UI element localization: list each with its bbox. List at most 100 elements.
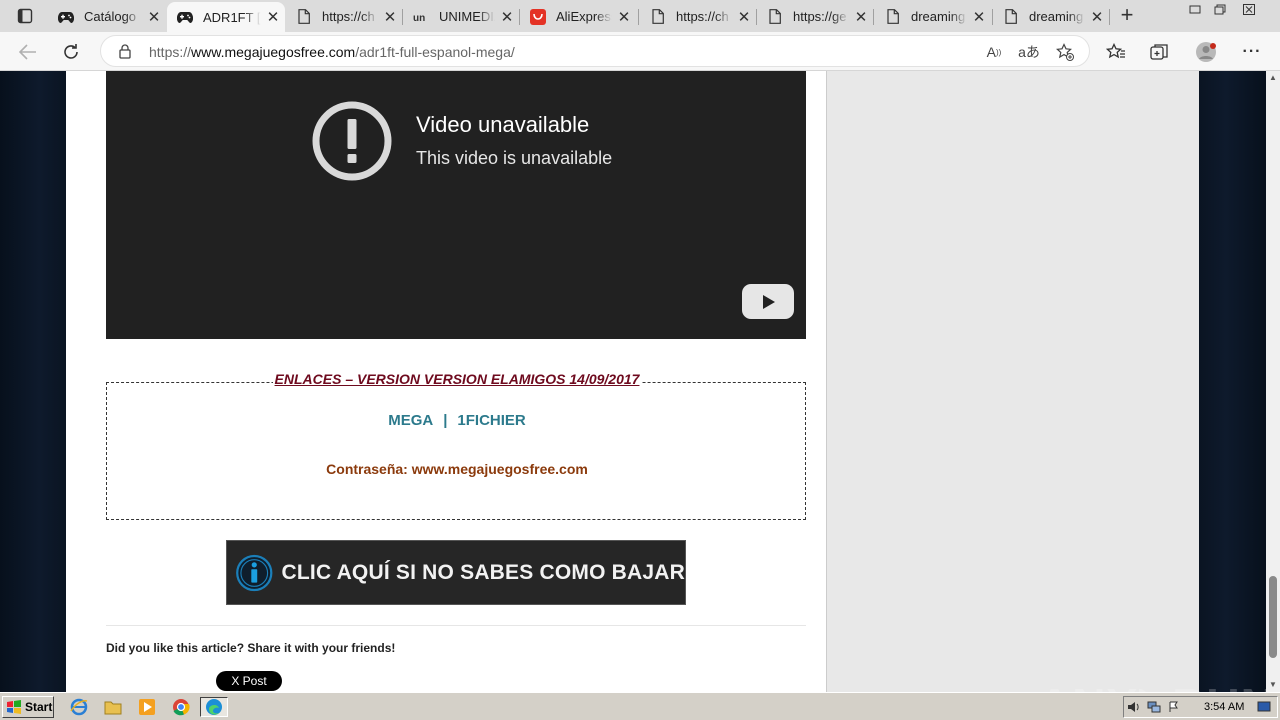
translate-icon[interactable]: aあ bbox=[1018, 41, 1040, 63]
tab-separator bbox=[1109, 9, 1110, 25]
tab-label: dreaming bbox=[911, 9, 966, 24]
alert-circle-icon bbox=[312, 101, 392, 181]
anyrun-watermark: ANY RUN bbox=[1038, 678, 1266, 692]
edge-taskbar-icon[interactable] bbox=[200, 697, 228, 717]
system-tray: 3:54 AM bbox=[1123, 696, 1278, 718]
page-icon bbox=[1003, 9, 1019, 25]
mega-link[interactable]: MEGA bbox=[388, 412, 433, 429]
lock-icon[interactable] bbox=[119, 44, 131, 64]
page-viewport: Video unavailable This video is unavaila… bbox=[0, 71, 1266, 692]
url-text[interactable]: https://www.megajuegosfree.com/adr1ft-fu… bbox=[149, 44, 515, 60]
windows-taskbar: Start 3:54 AM bbox=[0, 692, 1280, 720]
tab-separator bbox=[519, 9, 520, 25]
1fichier-link[interactable]: 1FICHIER bbox=[457, 412, 525, 429]
tab-separator bbox=[873, 9, 874, 25]
article-content: Video unavailable This video is unavaila… bbox=[66, 71, 827, 692]
scroll-thumb[interactable] bbox=[1269, 576, 1277, 658]
tab-close-button[interactable]: ✕ bbox=[142, 8, 166, 26]
page-background-right bbox=[1199, 71, 1266, 692]
how-to-download-banner[interactable]: CLIC AQUÍ SI NO SABES COMO BAJAR bbox=[226, 540, 686, 605]
explorer-taskbar-icon[interactable] bbox=[102, 697, 124, 717]
download-links: MEGA | 1FICHIER bbox=[107, 412, 807, 429]
volume-icon[interactable] bbox=[1124, 699, 1144, 715]
embedded-video[interactable]: Video unavailable This video is unavaila… bbox=[106, 71, 806, 339]
tab-label: dreaming bbox=[1029, 9, 1084, 24]
read-aloud-icon[interactable]: A)) bbox=[983, 41, 1005, 63]
page-icon bbox=[767, 9, 783, 25]
collections-button[interactable] bbox=[1148, 40, 1172, 64]
tab-close-button[interactable]: ✕ bbox=[732, 8, 756, 26]
tab-separator bbox=[402, 9, 403, 25]
gamepad-icon bbox=[58, 9, 74, 25]
start-label: Start bbox=[25, 700, 53, 714]
flag-icon[interactable] bbox=[1164, 699, 1184, 715]
tab-close-button[interactable]: ✕ bbox=[1085, 8, 1109, 26]
tab-label: AliExpress bbox=[556, 9, 612, 24]
start-button[interactable]: Start bbox=[2, 696, 54, 718]
url-scheme: https:// bbox=[149, 44, 192, 60]
tab-separator bbox=[638, 9, 639, 25]
links-legend: ENLACES – VERSION VERSION ELAMIGOS 14/09… bbox=[107, 371, 807, 389]
tab-https-ch-1[interactable]: https://ch ✕ bbox=[286, 3, 402, 30]
avatar-icon bbox=[1196, 42, 1216, 62]
tab-label: ADR1FT [F bbox=[203, 9, 261, 25]
page-icon bbox=[885, 9, 901, 25]
tab-strip: Catálogo ✕ ADR1FT [F ✕ https://ch ✕ un U… bbox=[0, 0, 1280, 32]
show-desktop-icon[interactable] bbox=[1254, 699, 1274, 715]
tab-close-button[interactable]: ✕ bbox=[612, 8, 636, 26]
tab-dreaming-1[interactable]: dreaming ✕ bbox=[875, 3, 991, 30]
password-text: Contraseña: www.megajuegosfree.com bbox=[326, 461, 588, 477]
minimize-icon bbox=[1189, 5, 1201, 14]
taskbar-clock[interactable]: 3:54 AM bbox=[1204, 701, 1244, 713]
address-bar[interactable]: https://www.megajuegosfree.com/adr1ft-fu… bbox=[100, 35, 1090, 67]
refresh-icon bbox=[64, 44, 78, 59]
network-icon[interactable] bbox=[1144, 699, 1164, 715]
tab-label: https://ch bbox=[322, 9, 375, 24]
tab-unimedia[interactable]: un UNIMEDIA ✕ bbox=[403, 3, 519, 30]
tab-close-button[interactable]: ✕ bbox=[378, 8, 402, 26]
tab-catalogo[interactable]: Catálogo ✕ bbox=[48, 3, 166, 30]
add-favorite-icon[interactable] bbox=[1054, 41, 1076, 63]
tab-label: https://ge bbox=[793, 9, 847, 24]
tab-separator bbox=[756, 9, 757, 25]
page-scrollbar[interactable]: ▲ ▼ bbox=[1266, 71, 1280, 692]
scroll-down-arrow-icon[interactable]: ▼ bbox=[1266, 678, 1280, 692]
link-separator: | bbox=[443, 412, 448, 429]
watermark-right-text: RUN bbox=[1172, 679, 1266, 692]
tab-close-button[interactable]: ✕ bbox=[849, 8, 873, 26]
media-player-taskbar-icon[interactable] bbox=[136, 697, 158, 717]
page-icon bbox=[296, 9, 312, 25]
refresh-button[interactable] bbox=[58, 39, 84, 65]
tab-https-ch-2[interactable]: https://ch ✕ bbox=[640, 3, 756, 30]
aliexpress-icon bbox=[530, 8, 546, 25]
close-icon bbox=[1243, 3, 1255, 15]
settings-menu-button[interactable]: ··· bbox=[1240, 40, 1264, 64]
youtube-play-button[interactable] bbox=[742, 284, 794, 319]
tab-dreaming-2[interactable]: dreaming ✕ bbox=[993, 3, 1109, 30]
tab-close-button[interactable]: ✕ bbox=[967, 8, 991, 26]
new-tab-button[interactable]: + bbox=[1114, 3, 1140, 29]
tab-close-button[interactable]: ✕ bbox=[495, 8, 519, 26]
chrome-taskbar-icon[interactable] bbox=[170, 697, 192, 717]
tab-close-button[interactable]: ✕ bbox=[261, 8, 285, 26]
tab-https-ge[interactable]: https://ge ✕ bbox=[757, 3, 873, 30]
tab-actions-menu-button[interactable] bbox=[8, 3, 42, 29]
back-button[interactable] bbox=[15, 39, 41, 65]
video-error-title: Video unavailable bbox=[416, 112, 590, 137]
ie-taskbar-icon[interactable] bbox=[68, 697, 90, 717]
tab-aliexpress[interactable]: AliExpress ✕ bbox=[520, 3, 636, 30]
video-error-subtitle: This video is unavailable bbox=[416, 148, 613, 168]
x-post-button[interactable]: X Post bbox=[216, 671, 282, 691]
tab-label: Catálogo bbox=[84, 9, 137, 24]
scroll-up-arrow-icon[interactable]: ▲ bbox=[1266, 71, 1280, 85]
restore-button[interactable] bbox=[1208, 0, 1232, 18]
profile-button[interactable] bbox=[1194, 40, 1218, 64]
page-icon bbox=[650, 9, 666, 25]
minimize-button[interactable] bbox=[1184, 0, 1206, 18]
back-arrow-icon bbox=[19, 44, 36, 60]
unimedia-icon: un bbox=[413, 9, 429, 25]
close-window-button[interactable] bbox=[1236, 0, 1262, 18]
tab-adr1ft[interactable]: ADR1FT [F ✕ bbox=[167, 2, 285, 32]
favorites-button[interactable] bbox=[1104, 40, 1128, 64]
collections-icon bbox=[1150, 44, 1168, 60]
